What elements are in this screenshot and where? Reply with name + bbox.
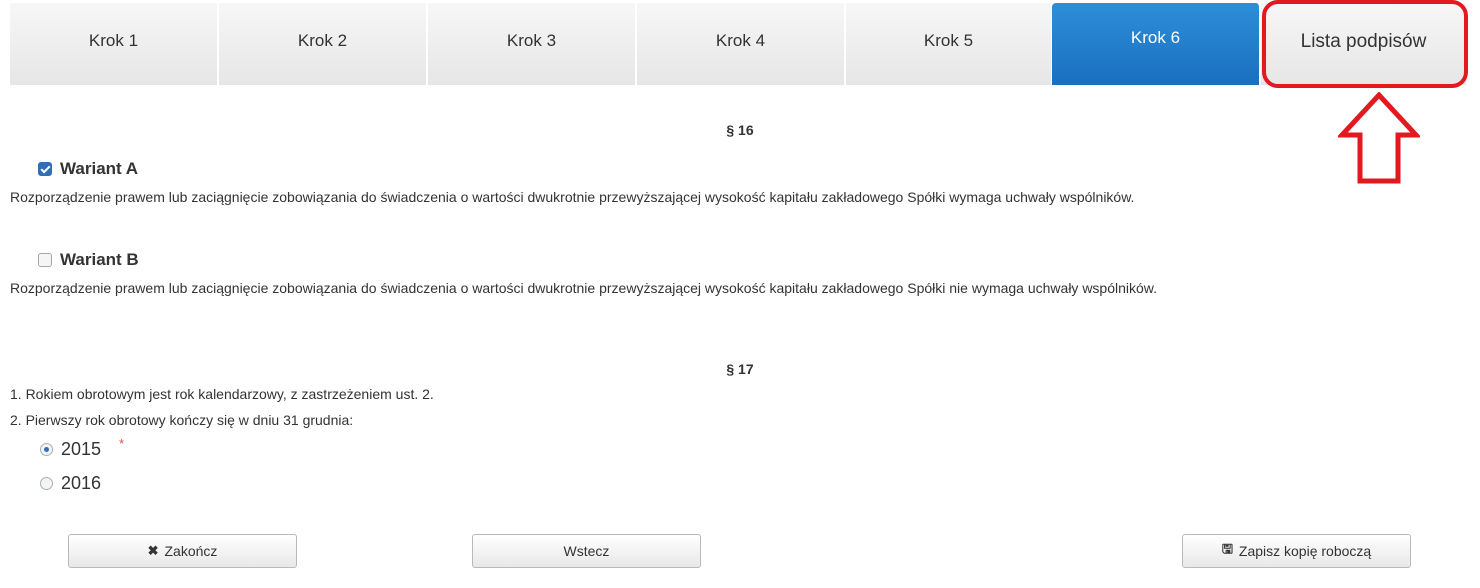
tab-krok-5[interactable]: Krok 5: [846, 3, 1052, 85]
variant-a-option[interactable]: Wariant A: [38, 159, 138, 179]
radio-2015[interactable]: [40, 443, 53, 456]
tab-label: Krok 1: [88, 31, 139, 50]
tab-krok-6[interactable]: Krok 6: [1052, 3, 1260, 85]
variant-b-label: Wariant B: [60, 250, 139, 269]
radio-2016-label: 2016: [61, 473, 102, 493]
tab-label: Krok 3: [506, 31, 557, 50]
tab-label: Krok 2: [297, 31, 348, 50]
close-icon: ✖: [147, 543, 159, 558]
tab-krok-1[interactable]: Krok 1: [10, 3, 218, 85]
variant-b-text: Rozporządzenie prawem lub zaciągnięcie z…: [10, 280, 1158, 296]
year-option-2016[interactable]: 2016: [40, 473, 101, 494]
tab-label: Krok 6: [1130, 28, 1181, 47]
up-arrow-icon: [1338, 92, 1420, 184]
required-marker: *: [119, 436, 125, 451]
back-button[interactable]: Wstecz: [472, 534, 701, 568]
step-tabs: Krok 1 Krok 2 Krok 3 Krok 4 Krok 5 Krok …: [10, 3, 1480, 85]
save-draft-button[interactable]: 🖫 Zapisz kopię roboczą: [1182, 534, 1411, 568]
section-17-line-1: 1. Rokiem obrotowym jest rok kalendarzow…: [10, 386, 434, 402]
annotation-highlight-box: [1262, 0, 1468, 88]
variant-a-label: Wariant A: [60, 159, 139, 178]
variant-b-option[interactable]: Wariant B: [38, 250, 139, 270]
variant-a-checkbox[interactable]: [38, 162, 52, 176]
save-draft-button-label: Zapisz kopię roboczą: [1238, 543, 1372, 559]
tab-label: Krok 5: [923, 31, 974, 50]
variant-b-checkbox[interactable]: [38, 253, 52, 267]
finish-button-label: Zakończ: [164, 543, 218, 559]
tab-label: Krok 4: [715, 31, 766, 50]
section-16-title: § 16: [726, 122, 754, 138]
variant-a-text: Rozporządzenie prawem lub zaciągnięcie z…: [10, 189, 1135, 205]
section-17-title: § 17: [726, 361, 754, 377]
radio-2015-label: 2015: [61, 439, 102, 459]
back-button-label: Wstecz: [563, 543, 610, 559]
tab-krok-4[interactable]: Krok 4: [637, 3, 845, 85]
finish-button[interactable]: ✖ Zakończ: [68, 534, 297, 568]
tab-krok-2[interactable]: Krok 2: [219, 3, 427, 85]
section-17-line-2: 2. Pierwszy rok obrotowy kończy się w dn…: [10, 412, 354, 428]
tab-krok-3[interactable]: Krok 3: [428, 3, 636, 85]
floppy-disk-icon: 🖫: [1221, 541, 1233, 556]
radio-2016[interactable]: [40, 477, 53, 490]
year-option-2015[interactable]: 2015 *: [40, 436, 125, 460]
